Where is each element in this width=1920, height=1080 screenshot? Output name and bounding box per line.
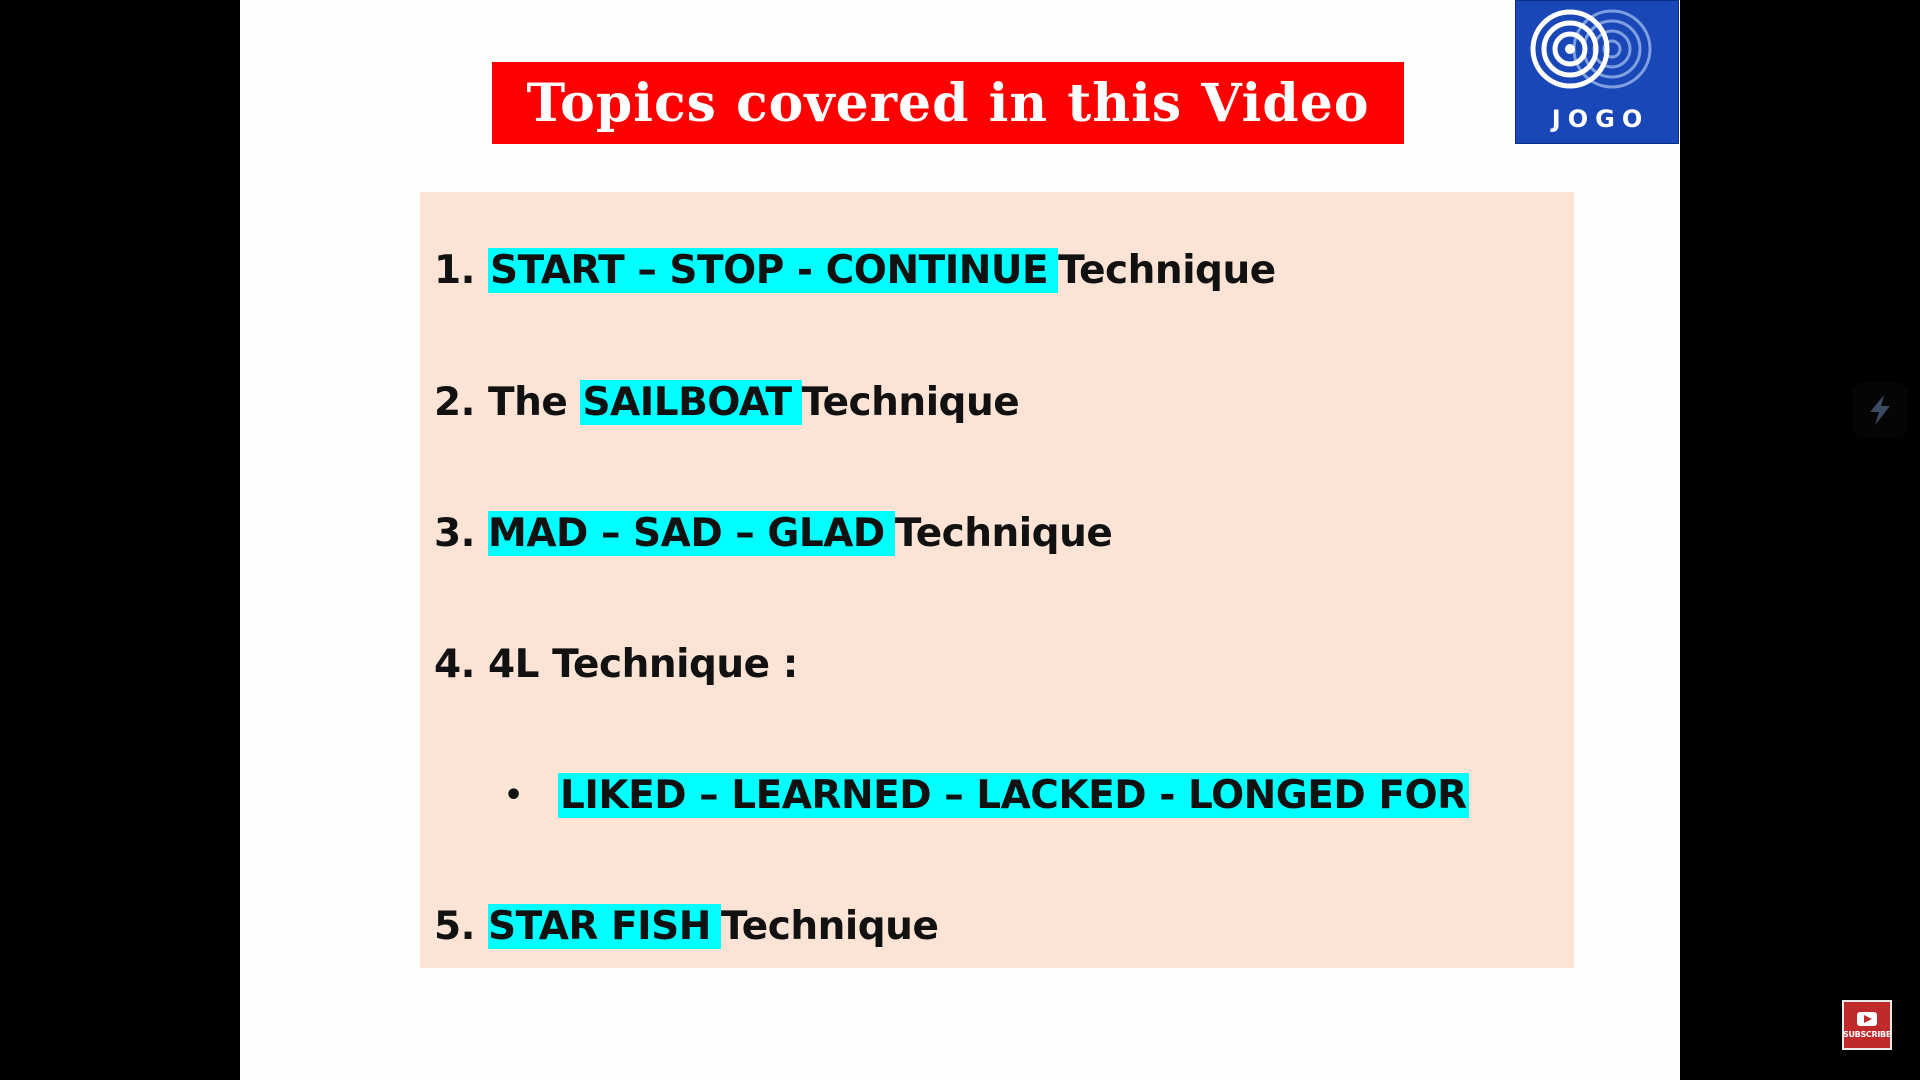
topic-item-1: 1. START – STOP - CONTINUE Technique: [434, 242, 1276, 300]
lightning-icon: [1870, 395, 1890, 425]
item-suffix: 4L Technique :: [488, 642, 798, 687]
item-suffix: Technique: [720, 904, 939, 949]
topic-item-4: 4. 4L Technique :: [434, 636, 798, 694]
lightning-app-icon[interactable]: [1852, 382, 1908, 438]
item-highlight: SAILBOAT: [580, 380, 802, 425]
item-number: 5.: [434, 904, 489, 949]
item-highlight: MAD – SAD – GLAD: [488, 511, 895, 556]
item-number: 3.: [434, 511, 489, 556]
title-banner: Topics covered in this Video: [492, 62, 1404, 144]
topic-item-2: 2. The SAILBOAT Technique: [434, 374, 1020, 432]
slide-title: Topics covered in this Video: [526, 72, 1370, 134]
topics-list: 1. START – STOP - CONTINUE Technique 2. T…: [420, 192, 1574, 968]
concentric-circles-icon: [1530, 9, 1652, 89]
item-suffix: Technique: [1058, 248, 1276, 293]
item-suffix: Technique: [801, 380, 1020, 425]
bullet-icon: •: [504, 778, 523, 813]
jogo-logo: JOGO: [1515, 0, 1679, 144]
slide: Topics covered in this Video JOGO 1. STA…: [240, 0, 1680, 1080]
item-suffix: Technique: [894, 511, 1113, 556]
item-number: 2. The: [434, 380, 581, 425]
topic-item-3: 3. MAD – SAD – GLAD Technique: [434, 505, 1113, 563]
item-number: 1.: [434, 248, 489, 293]
logo-text: JOGO: [1551, 105, 1650, 133]
topic-sub-bullet: • LIKED – LEARNED – LACKED - LONGED FOR: [504, 767, 1469, 825]
topic-item-5: 5. STAR FISH Technique: [434, 898, 939, 956]
item-highlight: STAR FISH: [488, 904, 721, 949]
play-icon: [1857, 1011, 1877, 1026]
subscribe-label: SUBSCRIBE: [1843, 1029, 1891, 1039]
item-number: 4.: [434, 642, 489, 687]
subscribe-button[interactable]: SUBSCRIBE: [1842, 1000, 1892, 1050]
item-highlight: START – STOP - CONTINUE: [488, 248, 1059, 293]
sub-bullet-text: LIKED – LEARNED – LACKED - LONGED FOR: [558, 773, 1469, 818]
